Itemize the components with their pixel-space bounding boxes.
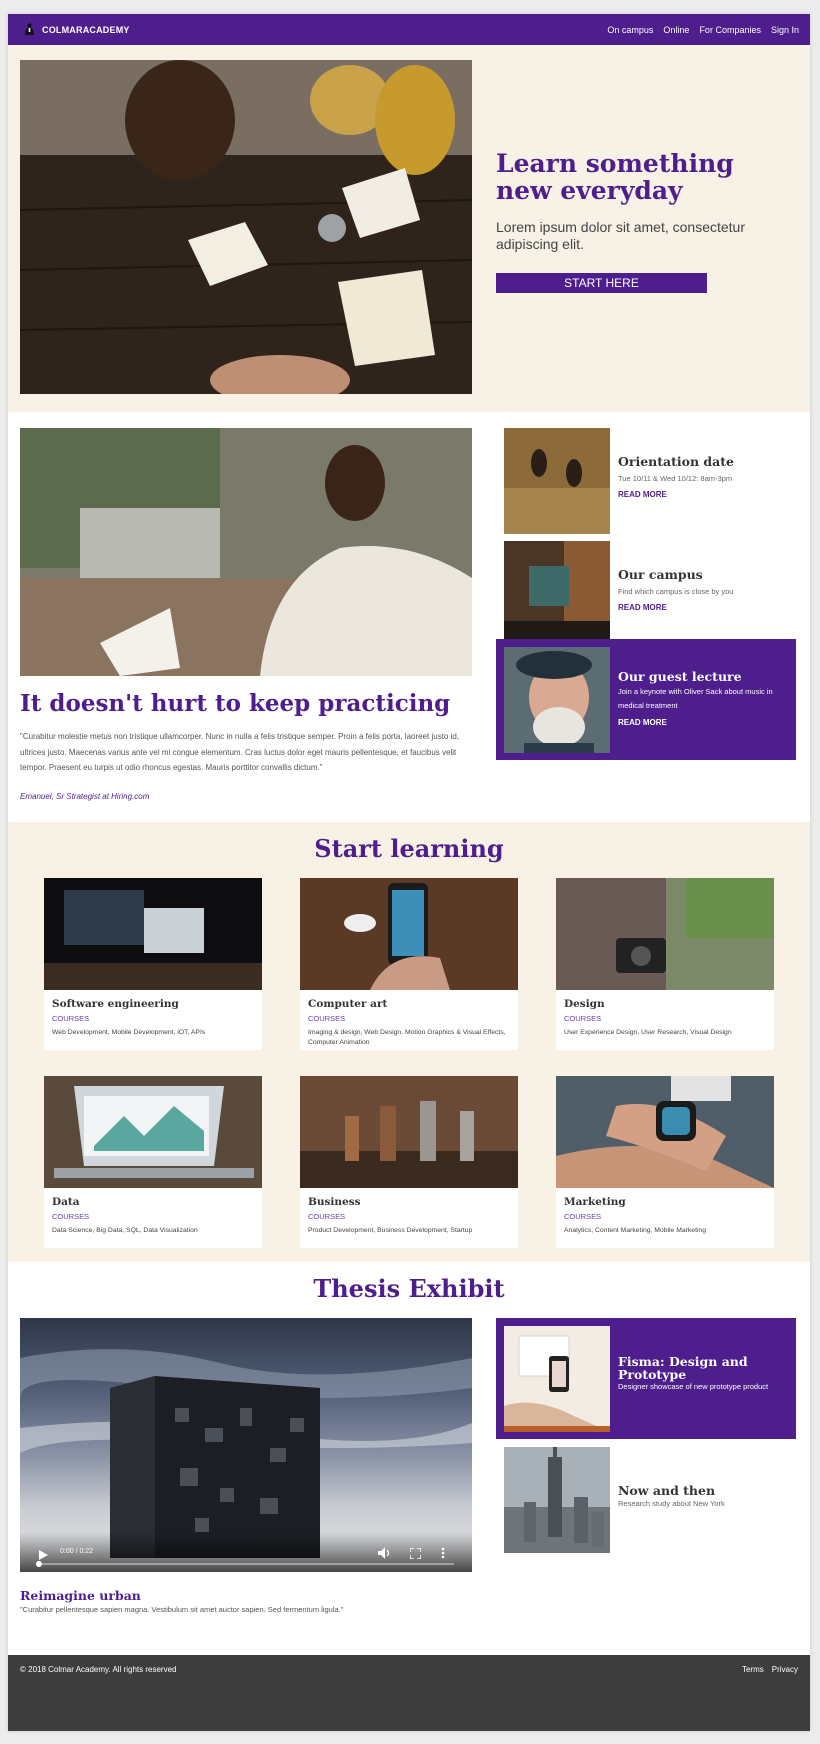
- event-desc: Tue 10/11 & Wed 10/12: 8am-3pm: [618, 474, 733, 483]
- exhibit-desc: Designer showcase of new prototype produ…: [618, 1382, 769, 1391]
- course-image: [556, 878, 774, 990]
- top-nav: COLMARACADEMY On campus Online For Compa…: [8, 14, 810, 45]
- exhibit-title: Fisma: Design and Prototype: [618, 1354, 748, 1382]
- hero-section: Learn something new everyday Lorem ipsum…: [8, 45, 810, 412]
- course-image: [300, 1076, 518, 1188]
- course-desc: Product Development, Business Developmen…: [308, 1227, 473, 1234]
- event-title: Our campus: [618, 567, 703, 582]
- exhibit-title: Now and then: [618, 1483, 716, 1498]
- footer-link-terms[interactable]: Terms: [742, 1665, 764, 1674]
- hero-subtitle: Lorem ipsum dolor sit amet, consectetur …: [496, 219, 745, 252]
- event-title: Our guest lecture: [618, 669, 742, 684]
- course-image: [44, 1076, 262, 1188]
- course-card-computer-art[interactable]: Computer art COURSES Imaging & design, W…: [300, 878, 518, 1050]
- section-title: Thesis Exhibit: [313, 1274, 505, 1303]
- fullscreen-icon[interactable]: [409, 1546, 422, 1564]
- hero-text: Learn something new everyday Lorem ipsum…: [496, 150, 756, 293]
- practice-image: [20, 428, 472, 676]
- copyright: © 2018 Colmar Academy. All rights reserv…: [20, 1665, 177, 1674]
- course-tag: COURSES: [308, 1014, 346, 1023]
- read-more-link[interactable]: READ MORE: [618, 490, 667, 499]
- course-tag: COURSES: [564, 1014, 602, 1023]
- course-tag: COURSES: [564, 1212, 602, 1221]
- course-card-design[interactable]: Design COURSES User Experience Design, U…: [556, 878, 774, 1050]
- events-section: It doesn't hurt to keep practicing "Cura…: [8, 412, 810, 822]
- event-title: Orientation date: [618, 454, 735, 469]
- course-card-data[interactable]: Data COURSES Data Science, Big Data, SQL…: [44, 1076, 262, 1248]
- course-title: Design: [564, 998, 605, 1010]
- logo-icon: [24, 22, 35, 37]
- orientation-image: [504, 428, 610, 534]
- course-card-marketing[interactable]: Marketing COURSES Analytics, Content Mar…: [556, 1076, 774, 1248]
- event-campus: Our campus Find which campus is close by…: [496, 533, 796, 647]
- event-orientation: Orientation date Tue 10/11 & Wed 10/12: …: [496, 420, 796, 534]
- video-player[interactable]: 0:00 / 0:22: [20, 1318, 472, 1572]
- guest-lecture-image: [504, 647, 610, 753]
- course-card-business[interactable]: Business COURSES Product Development, Bu…: [300, 1076, 518, 1248]
- course-desc: User Experience Design, User Research, V…: [564, 1029, 732, 1036]
- nav-link-online[interactable]: Online: [663, 25, 689, 35]
- hero-title: Learn something new everyday: [496, 149, 734, 205]
- video-progress-handle[interactable]: [36, 1561, 42, 1567]
- new-york-image: [504, 1447, 610, 1553]
- exhibit-desc: Research study about New York: [618, 1499, 725, 1508]
- read-more-link[interactable]: READ MORE: [618, 603, 667, 612]
- practice-title: It doesn't hurt to keep practicing: [20, 690, 451, 717]
- start-here-button[interactable]: START HERE: [496, 273, 707, 293]
- video-controls: 0:00 / 0:22: [20, 1532, 472, 1572]
- hero-image: [20, 60, 472, 394]
- course-title: Business: [308, 1196, 361, 1208]
- event-desc: Join a keynote with Oliver Sack about mu…: [618, 687, 773, 710]
- video-time: 0:00 / 0:22: [60, 1548, 94, 1555]
- course-image: [556, 1076, 774, 1188]
- course-tag: COURSES: [308, 1212, 346, 1221]
- course-desc: Analytics, Content Marketing, Mobile Mar…: [564, 1227, 707, 1234]
- event-guest-lecture: Our guest lecture Join a keynote with Ol…: [496, 639, 796, 760]
- more-options-icon[interactable]: [441, 1546, 445, 1564]
- nav-link-for-companies[interactable]: For Companies: [699, 25, 761, 35]
- video-progress-bar[interactable]: [36, 1561, 454, 1567]
- nav-links: On campus Online For Companies Sign In: [607, 25, 799, 35]
- practice-quote: "Curabitur molestie metus non tristique …: [20, 732, 460, 772]
- brand[interactable]: COLMARACADEMY: [24, 22, 130, 37]
- section-title: Start learning: [314, 834, 504, 863]
- exhibit-fisma: Fisma: Design and Prototype Designer sho…: [496, 1318, 796, 1439]
- course-title: Marketing: [564, 1196, 626, 1208]
- course-tag: COURSES: [52, 1212, 90, 1221]
- video-title: Reimagine urban: [20, 1588, 141, 1603]
- nav-link-sign-in[interactable]: Sign In: [771, 25, 799, 35]
- footer-links: Terms Privacy: [742, 1665, 798, 1674]
- course-desc: Data Science, Big Data, SQL, Data Visual…: [52, 1227, 198, 1234]
- nav-link-on-campus[interactable]: On campus: [607, 25, 653, 35]
- footer-link-privacy[interactable]: Privacy: [772, 1665, 798, 1674]
- course-title: Computer art: [308, 998, 388, 1010]
- course-image: [300, 878, 518, 990]
- read-more-link[interactable]: READ MORE: [618, 718, 667, 727]
- event-desc: Find which campus is close by you: [618, 587, 734, 596]
- brand-name: COLMARACADEMY: [42, 24, 130, 35]
- start-learning-section: Start learning Software engineering COUR…: [8, 822, 810, 1262]
- volume-icon[interactable]: [378, 1546, 390, 1564]
- thesis-section: Thesis Exhibit 0:00 / 0:22 Reimagine urb…: [8, 1262, 810, 1655]
- course-desc: Imaging & design, Web Design, Motion Gra…: [308, 1029, 506, 1046]
- course-title: Data: [52, 1196, 80, 1208]
- video-quote: "Curabitur pellentesque sapien magna. Ve…: [20, 1605, 344, 1614]
- course-card-software-engineering[interactable]: Software engineering COURSES Web Develop…: [44, 878, 262, 1050]
- exhibit-now-and-then: Now and then Research study about New Yo…: [496, 1439, 796, 1560]
- fisma-image: [504, 1326, 610, 1432]
- footer: © 2018 Colmar Academy. All rights reserv…: [8, 1655, 810, 1731]
- course-image: [44, 878, 262, 990]
- course-tag: COURSES: [52, 1014, 90, 1023]
- course-desc: Web Development, Mobile Development, iOT…: [52, 1029, 206, 1036]
- page: COLMARACADEMY On campus Online For Compa…: [8, 14, 810, 1731]
- campus-image: [504, 541, 610, 647]
- practice-author: Emanuel, Sr Strategist at Hiring.com: [20, 792, 150, 801]
- course-title: Software engineering: [52, 998, 179, 1010]
